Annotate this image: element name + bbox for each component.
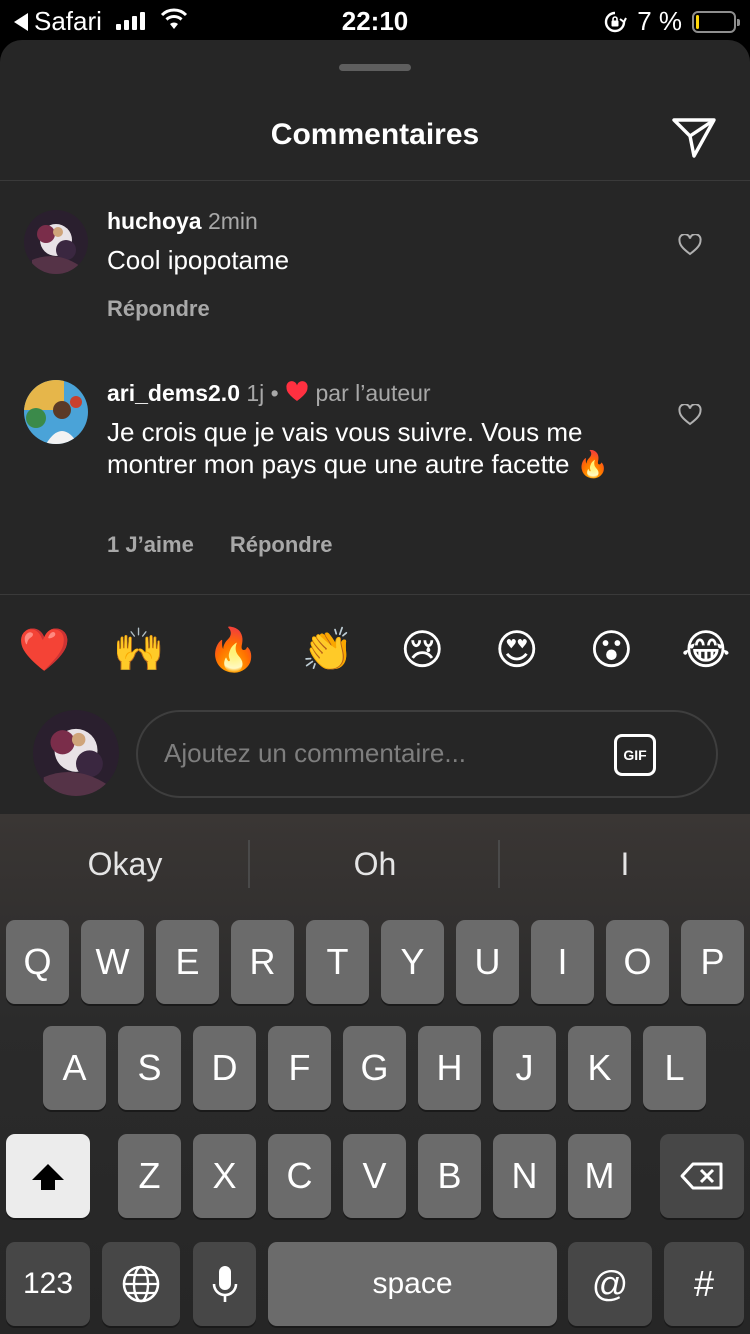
hash-key[interactable]: # bbox=[664, 1242, 744, 1326]
comment-username[interactable]: huchoya bbox=[107, 208, 202, 234]
key-v[interactable]: V bbox=[343, 1134, 406, 1218]
suggestion-1[interactable]: Okay bbox=[0, 846, 250, 883]
microphone-icon bbox=[212, 1266, 237, 1302]
dictation-key[interactable] bbox=[193, 1242, 256, 1326]
gif-button[interactable]: GIF bbox=[614, 734, 656, 776]
key-h[interactable]: H bbox=[418, 1026, 481, 1110]
header-divider bbox=[0, 180, 750, 181]
comment-input[interactable]: Ajoutez un commentaire... GIF bbox=[136, 710, 718, 798]
key-r[interactable]: R bbox=[231, 920, 294, 1004]
key-k[interactable]: K bbox=[568, 1026, 631, 1110]
key-d[interactable]: D bbox=[193, 1026, 256, 1110]
key-s[interactable]: S bbox=[118, 1026, 181, 1110]
battery-icon bbox=[692, 10, 740, 33]
suggestion-2[interactable]: Oh bbox=[250, 846, 500, 883]
orientation-lock-icon bbox=[605, 11, 628, 32]
emoji-heart-button[interactable]: ❤️ bbox=[18, 624, 70, 676]
avatar[interactable] bbox=[24, 380, 88, 444]
sheet-title: Commentaires bbox=[270, 118, 480, 151]
comment-text: Cool ipopotame bbox=[107, 245, 290, 275]
status-bar: Safari 22:10 7 % bbox=[0, 0, 750, 40]
key-e[interactable]: E bbox=[156, 920, 219, 1004]
predictive-bar: Okay Oh I bbox=[0, 814, 750, 914]
sheet-grabber[interactable] bbox=[339, 64, 411, 71]
comment-username[interactable]: ari_dems2.0 bbox=[107, 380, 240, 406]
reply-button[interactable]: Répondre bbox=[107, 296, 210, 322]
avatar[interactable] bbox=[24, 210, 88, 274]
key-m[interactable]: M bbox=[568, 1134, 631, 1218]
at-key[interactable]: @ bbox=[568, 1242, 652, 1326]
key-t[interactable]: T bbox=[306, 920, 369, 1004]
emoji-clap-button[interactable]: 👏 bbox=[302, 624, 354, 676]
emoji-surprised-button[interactable]: 😮 bbox=[585, 624, 637, 676]
keyboard: Okay Oh I Q W E R T Y U I O P A S D F G … bbox=[0, 814, 750, 1334]
emoji-raised-hands-button[interactable]: 🙌 bbox=[113, 624, 165, 676]
key-f[interactable]: F bbox=[268, 1026, 331, 1110]
key-y[interactable]: Y bbox=[381, 920, 444, 1004]
comment-text: Je crois que je vais vous suivre. Vous m… bbox=[107, 417, 610, 479]
delete-backward-icon bbox=[680, 1162, 723, 1190]
quick-emoji-bar: ❤️ 🙌 🔥 👏 😢 😍 😮 😂 bbox=[18, 624, 732, 676]
key-o[interactable]: O bbox=[606, 920, 669, 1004]
key-x[interactable]: X bbox=[193, 1134, 256, 1218]
key-n[interactable]: N bbox=[493, 1134, 556, 1218]
battery-percent: 7 % bbox=[637, 6, 682, 36]
comment-time: 2min bbox=[207, 208, 258, 234]
emoji-crying-button[interactable]: 😢 bbox=[396, 624, 448, 676]
key-i[interactable]: I bbox=[531, 920, 594, 1004]
backspace-key[interactable] bbox=[660, 1134, 744, 1218]
current-user-avatar bbox=[33, 710, 119, 796]
key-j[interactable]: J bbox=[493, 1026, 556, 1110]
key-z[interactable]: Z bbox=[118, 1134, 181, 1218]
meta-separator: • bbox=[270, 380, 279, 406]
key-w[interactable]: W bbox=[81, 920, 144, 1004]
heart-outline-icon[interactable] bbox=[678, 404, 702, 426]
key-b[interactable]: B bbox=[418, 1134, 481, 1218]
suggestion-3[interactable]: I bbox=[500, 846, 750, 883]
key-a[interactable]: A bbox=[43, 1026, 106, 1110]
likes-count-button[interactable]: 1 J’aime bbox=[107, 532, 194, 558]
numbers-key[interactable]: 123 bbox=[6, 1242, 90, 1326]
liked-by-author-label: par l’auteur bbox=[315, 380, 431, 406]
author-liked-heart-icon bbox=[286, 381, 308, 401]
globe-icon bbox=[122, 1265, 160, 1303]
comment-input-placeholder: Ajoutez un commentaire... bbox=[164, 738, 467, 768]
emoji-laughing-button[interactable]: 😂 bbox=[680, 624, 732, 676]
shift-arrow-icon bbox=[32, 1164, 64, 1190]
globe-key[interactable] bbox=[102, 1242, 180, 1326]
space-key[interactable]: space bbox=[268, 1242, 557, 1326]
heart-outline-icon[interactable] bbox=[678, 234, 702, 256]
shift-key[interactable] bbox=[6, 1134, 90, 1218]
comments-sheet: Commentaires huchoya 2min Cool ipopotame… bbox=[0, 40, 750, 814]
key-u[interactable]: U bbox=[456, 920, 519, 1004]
emoji-fire-button[interactable]: 🔥 bbox=[207, 624, 259, 676]
key-l[interactable]: L bbox=[643, 1026, 706, 1110]
comment-time: 1j bbox=[246, 380, 265, 406]
key-q[interactable]: Q bbox=[6, 920, 69, 1004]
key-c[interactable]: C bbox=[268, 1134, 331, 1218]
key-p[interactable]: P bbox=[681, 920, 744, 1004]
key-g[interactable]: G bbox=[343, 1026, 406, 1110]
composer-divider bbox=[0, 594, 750, 595]
emoji-heart-eyes-button[interactable]: 😍 bbox=[491, 624, 543, 676]
reply-button[interactable]: Répondre bbox=[230, 532, 333, 558]
share-send-icon[interactable] bbox=[670, 112, 718, 160]
